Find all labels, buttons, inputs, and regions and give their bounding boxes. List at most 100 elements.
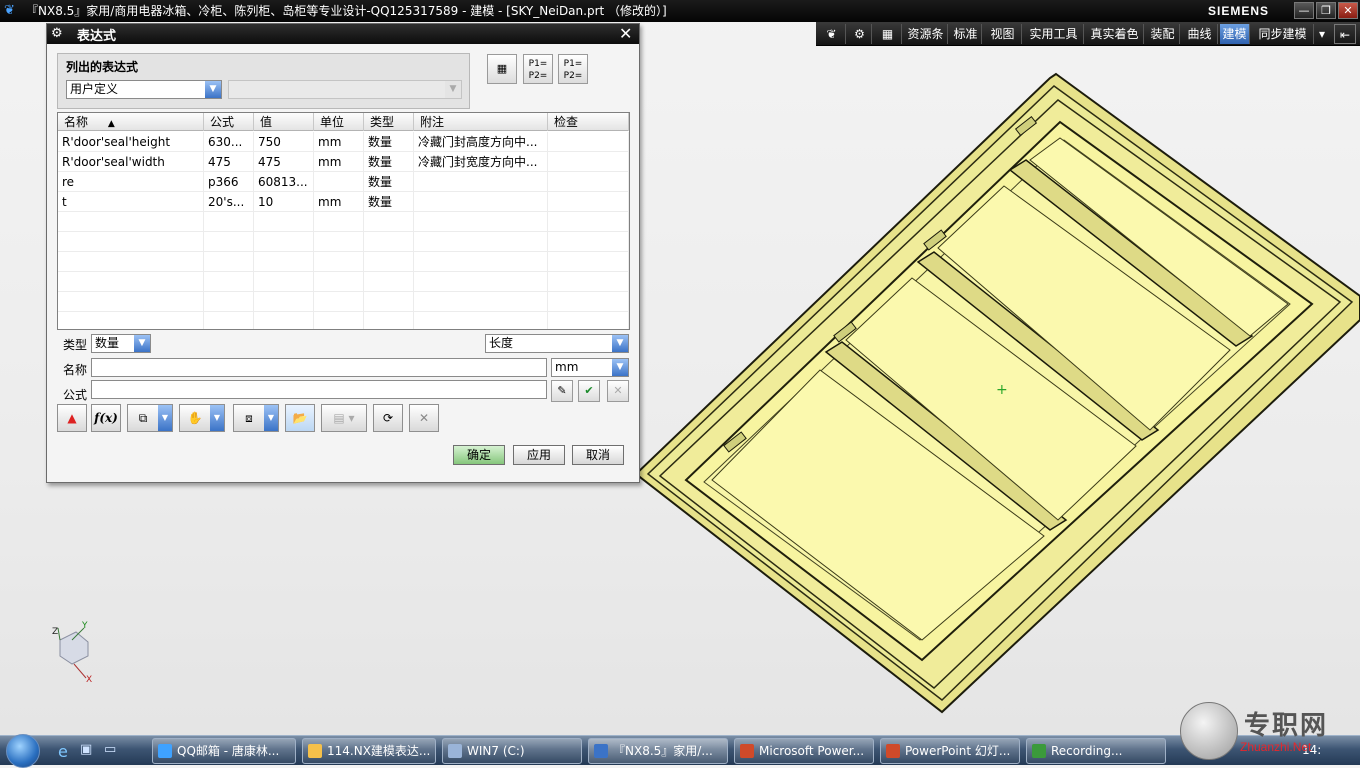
function-icon[interactable]: f(x): [91, 404, 121, 432]
column-header-formula[interactable]: 公式: [204, 113, 254, 131]
taskbar-item[interactable]: Recording...: [1026, 738, 1166, 764]
cell-formula: 630...: [204, 132, 254, 152]
table-row[interactable]: [58, 232, 629, 252]
collapse-up-icon[interactable]: ▲: [57, 404, 87, 432]
cell-type: [364, 292, 414, 312]
gear-icon[interactable]: ⚙: [848, 24, 872, 44]
column-header-type[interactable]: 类型: [364, 113, 414, 131]
restore-button[interactable]: ❐: [1316, 2, 1336, 19]
cell-check: [548, 232, 629, 252]
apply-button[interactable]: 应用: [513, 445, 565, 465]
cell-value: 60813...: [254, 172, 314, 192]
cell-name: [58, 252, 204, 272]
taskbar-item[interactable]: PowerPoint 幻灯...: [880, 738, 1020, 764]
expressions-dialog: ⚙ 表达式 ✕ 列出的表达式 用户定义 ▼ ▼ ▦ P1= P2= P1= P2= …: [46, 23, 640, 483]
taskbar-item[interactable]: WIN7 (C:): [442, 738, 582, 764]
ie-icon[interactable]: e: [58, 742, 68, 761]
cell-unit: [314, 252, 364, 272]
monitor-icon[interactable]: ▭: [104, 742, 116, 757]
nx-app-icon[interactable]: ❦: [4, 3, 20, 19]
column-header-value[interactable]: 值: [254, 113, 314, 131]
column-header-check[interactable]: 检查: [548, 113, 629, 131]
column-header-comment[interactable]: 附注: [414, 113, 548, 131]
dimension-select[interactable]: 长度 ▼: [485, 334, 629, 353]
cell-name: [58, 312, 204, 329]
cell-comment: [414, 292, 548, 312]
column-header-unit[interactable]: 单位: [314, 113, 364, 131]
table-row[interactable]: re p366 60813... 数量: [58, 172, 629, 192]
table-row[interactable]: R'door'seal'height 630... 750 mm 数量 冷藏门封高度方向中…: [58, 132, 629, 152]
type-select[interactable]: 数量 ▼: [91, 334, 151, 353]
table-row[interactable]: [58, 292, 629, 312]
listed-expressions-label: 列出的表达式: [66, 60, 139, 74]
unit-select[interactable]: mm ▼: [551, 358, 629, 377]
taskbar-item[interactable]: 『NX8.5』家用/...: [588, 738, 728, 764]
tab-utilities[interactable]: 实用工具: [1024, 24, 1084, 44]
tab-standard[interactable]: 标准: [950, 24, 982, 44]
grid-icon[interactable]: ▦: [874, 24, 902, 44]
chevron-down-icon[interactable]: ▼: [264, 405, 278, 431]
chevron-down-icon[interactable]: ▼: [134, 335, 150, 352]
chevron-down-icon[interactable]: ▼: [612, 359, 628, 376]
close-window-button[interactable]: ✕: [1338, 2, 1358, 19]
filter-select[interactable]: 用户定义 ▼: [66, 80, 222, 99]
tab-assembly[interactable]: 装配: [1146, 24, 1180, 44]
show-desktop-icon[interactable]: ▣: [80, 742, 92, 757]
tab-modeling[interactable]: 建模: [1220, 24, 1250, 44]
reference-button[interactable]: ✋ ▼: [179, 404, 225, 432]
watermark-text: 专职网: [1244, 711, 1329, 741]
taskbar-item[interactable]: QQ邮箱 - 唐康林...: [152, 738, 296, 764]
start-button[interactable]: [6, 734, 40, 768]
table-row[interactable]: t 20's... 10 mm 数量: [58, 192, 629, 212]
outer-flange: [634, 72, 1360, 714]
taskbar-item[interactable]: Microsoft Power...: [734, 738, 874, 764]
spreadsheet-edit-icon[interactable]: ▦: [487, 54, 517, 84]
dialog-close-button[interactable]: ✕: [619, 24, 632, 43]
cell-name: R'door'seal'height: [58, 132, 204, 152]
edit-formula-icon[interactable]: ✎: [551, 380, 573, 402]
table-row[interactable]: [58, 312, 629, 329]
tab-true-shading[interactable]: 真实着色: [1086, 24, 1144, 44]
cell-name: [58, 272, 204, 292]
create-link-button[interactable]: ⧈ ▼: [233, 404, 279, 432]
view-triad: Z Y X: [52, 621, 92, 685]
ribbon-overflow-icon[interactable]: ▾: [1316, 24, 1328, 44]
cell-value: [254, 272, 314, 292]
ok-button[interactable]: 确定: [453, 445, 505, 465]
ribbon-menu-icon[interactable]: ⇤: [1334, 24, 1356, 44]
import-expressions-icon[interactable]: P1= P2=: [523, 54, 553, 84]
cell-formula: 475: [204, 152, 254, 172]
tab-resource-bar[interactable]: 资源条: [904, 24, 948, 44]
export-expressions-icon[interactable]: P1= P2=: [558, 54, 588, 84]
cell-type: 数量: [364, 192, 414, 212]
table-row[interactable]: [58, 212, 629, 232]
siemens-logo: SIEMENS: [1208, 4, 1270, 18]
accept-edit-icon[interactable]: ✔: [578, 380, 600, 402]
cancel-button[interactable]: 取消: [572, 445, 624, 465]
tray-inner-wall: [703, 139, 1291, 641]
minimize-button[interactable]: —: [1294, 2, 1314, 19]
dialog-settings-icon[interactable]: ⚙: [51, 26, 63, 41]
tab-curve[interactable]: 曲线: [1182, 24, 1218, 44]
update-refresh-icon[interactable]: ⟳: [373, 404, 403, 432]
formula-input[interactable]: [91, 380, 547, 399]
measure-button[interactable]: ⧉ ▼: [127, 404, 173, 432]
column-header-name[interactable]: 名称 ▲: [58, 113, 204, 131]
open-file-icon[interactable]: 📂: [285, 404, 315, 432]
tab-view[interactable]: 视图: [984, 24, 1022, 44]
cell-unit: mm: [314, 132, 364, 152]
clip-3: [833, 321, 857, 343]
delete-expression-icon[interactable]: ✕: [409, 404, 439, 432]
cell-check: [548, 132, 629, 152]
tab-sync-modeling[interactable]: 同步建模: [1252, 24, 1314, 44]
table-row[interactable]: R'door'seal'width 475 475 mm 数量 冷藏门封宽度方向中...: [58, 152, 629, 172]
chevron-down-icon[interactable]: ▼: [158, 405, 172, 431]
chevron-down-icon[interactable]: ▼: [612, 335, 628, 352]
name-input[interactable]: [91, 358, 547, 377]
chevron-down-icon[interactable]: ▼: [205, 81, 221, 98]
taskbar-item[interactable]: 114.NX建模表达...: [302, 738, 436, 764]
table-row[interactable]: [58, 272, 629, 292]
table-row[interactable]: [58, 252, 629, 272]
nx-logo-icon[interactable]: ❦: [818, 24, 846, 44]
chevron-down-icon[interactable]: ▼: [210, 405, 224, 431]
